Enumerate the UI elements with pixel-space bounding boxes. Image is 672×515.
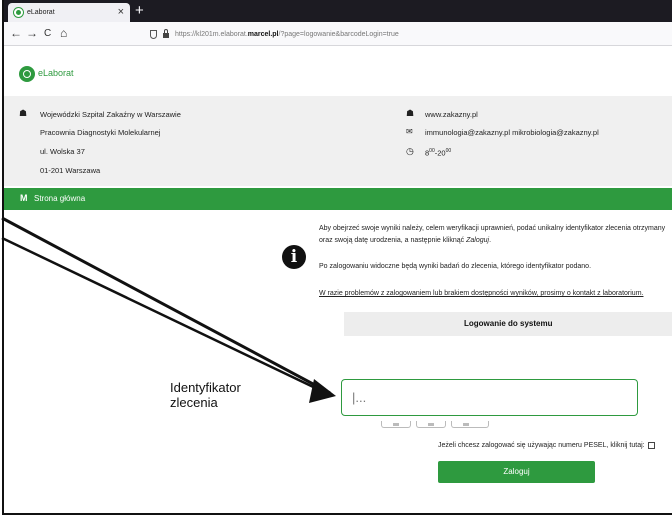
pesel-text: Jeżeli chcesz zalogować się używając num… <box>438 442 645 449</box>
navigation-bar: ← → C ⌂ https://kl201m.elaborat. marcel.… <box>4 22 672 46</box>
elaborat-logo-icon[interactable] <box>19 66 35 82</box>
url-path: /?page=logowanie&barcodeLogin=true <box>278 30 399 38</box>
hospital-name: Wojewódzki Szpital Zakaźny w Warszawie <box>40 110 181 119</box>
order-id-input[interactable] <box>341 379 638 416</box>
department-name: Pracownia Diagnostyki Molekularnej <box>40 128 161 137</box>
elaborat-favicon-icon <box>14 8 23 17</box>
info-icon: i <box>282 245 306 269</box>
url-bar[interactable]: https://kl201m.elaborat. marcel.pl /?pag… <box>140 25 672 43</box>
login-header: Logowanie do systemu <box>344 312 672 336</box>
login-button[interactable]: Zaloguj <box>438 461 595 483</box>
envelope-icon: ✉ <box>406 127 413 136</box>
postal-address: 01-201 Warszawa <box>40 166 101 175</box>
notice-line-1: Aby obejrzeć swoje wyniki należy, celem … <box>319 225 666 232</box>
pesel-checkbox[interactable] <box>647 442 655 449</box>
url-prefix: https://kl201m.elaborat. <box>175 30 248 38</box>
home-icon[interactable]: ⌂ <box>60 25 67 42</box>
lab-info-panel: ☗ Wojewódzki Szpital Zakaźny w Warszawie… <box>4 96 672 186</box>
contact-lab-link[interactable]: W razie problemów z zalogowaniem lub bra… <box>319 290 643 297</box>
notice-line-2: oraz swoją datę urodzenia, a następnie k… <box>319 237 492 244</box>
tracking-shield-icon[interactable] <box>150 29 157 39</box>
tab-close-icon[interactable]: × <box>118 7 124 18</box>
pesel-option: Jeżeli chcesz zalogować się używając num… <box>438 442 655 449</box>
street-address: ul. Wolska 37 <box>40 147 85 156</box>
clock-icon: ◷ <box>406 146 414 156</box>
padlock-icon[interactable] <box>163 29 169 38</box>
home-icon: ☗ <box>19 108 28 118</box>
home-nav-icon[interactable]: M <box>20 193 28 203</box>
back-arrow-icon[interactable]: ← <box>10 25 22 42</box>
logo-text[interactable]: eLaborat <box>38 68 74 78</box>
tab-elaborat[interactable]: eLaborat × <box>8 3 130 22</box>
login-title: Logowanie do systemu <box>464 319 553 328</box>
tab-title: eLaborat <box>27 9 55 16</box>
contact-emails[interactable]: immunologia@zakazny.pl mikrobiologia@zak… <box>425 128 599 137</box>
nav-home-link[interactable]: Strona główna <box>34 194 85 203</box>
app-header: eLaborat <box>4 46 672 96</box>
browser-window: eLaborat × + ← → C ⌂ https://kl201m.elab… <box>2 0 672 515</box>
new-tab-button[interactable]: + <box>135 2 144 19</box>
reload-icon[interactable]: C <box>44 25 51 42</box>
tab-bar: eLaborat × + <box>4 0 672 22</box>
main-nav-bar: M Strona główna <box>4 188 672 210</box>
birth-day-select[interactable] <box>381 421 411 428</box>
forward-arrow-icon[interactable]: → <box>26 25 38 42</box>
notice-line-3: Po zalogowaniu widoczne będą wyniki bada… <box>319 263 592 270</box>
opening-hours: 800-2000 <box>425 148 452 158</box>
order-id-label: Identyfikator zlecenia <box>170 380 241 410</box>
website-link[interactable]: www.zakazny.pl <box>425 110 478 119</box>
birth-year-select[interactable] <box>451 421 489 428</box>
house-icon: ☗ <box>406 108 415 118</box>
url-domain: marcel.pl <box>247 30 279 38</box>
birth-month-select[interactable] <box>416 421 446 428</box>
